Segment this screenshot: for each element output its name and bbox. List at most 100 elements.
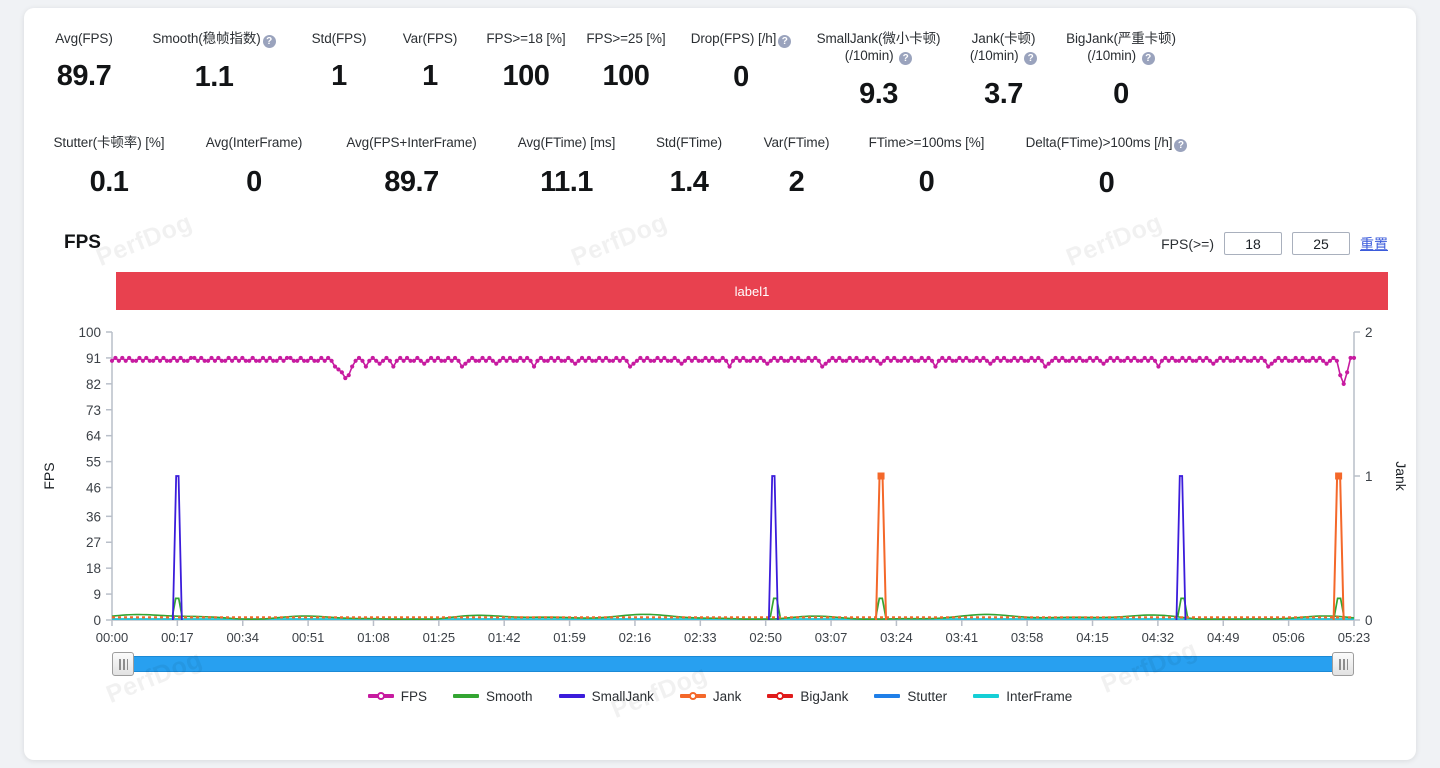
help-icon[interactable]: ?: [263, 35, 276, 48]
legend-label: Smooth: [486, 689, 533, 704]
metric-secondary-3: Avg(FTime) [ms]11.1: [499, 134, 634, 199]
x-tick-label: 05:23: [1338, 630, 1371, 645]
y2-tick-label: 0: [1365, 613, 1373, 628]
spike-jank-marker: [878, 473, 885, 480]
legend-item-interframe[interactable]: InterFrame: [973, 689, 1072, 704]
metric-primary-0: Avg(FPS) 89.7: [34, 30, 134, 93]
metric-secondary-1: Avg(InterFrame)0: [184, 134, 324, 199]
x-tick-label: 00:00: [96, 630, 129, 645]
y-axis-title: FPS: [41, 462, 57, 489]
fps-threshold-controls: FPS(>=) 重置: [1161, 232, 1388, 255]
spike-jank-marker: [1335, 473, 1342, 480]
metric-primary-7: SmallJank(微小卡顿)(/10min) ?9.3: [806, 30, 951, 111]
metric-label: Std(FTime): [656, 134, 722, 151]
metric-primary-2: Std(FPS)1: [294, 30, 384, 93]
legend-item-stutter[interactable]: Stutter: [874, 689, 947, 704]
fps-chart[interactable]: 09182736465564738291100FPS012Jank00:0000…: [24, 320, 1416, 650]
y-tick-label: 55: [86, 455, 101, 470]
y-tick-label: 46: [86, 481, 101, 496]
metric-label: Avg(FPS): [55, 30, 112, 47]
help-icon[interactable]: ?: [899, 52, 912, 65]
x-tick-label: 03:41: [946, 630, 979, 645]
slider-handle-left[interactable]: [112, 652, 134, 676]
slider-track[interactable]: [122, 656, 1344, 672]
y-tick-label: 27: [86, 535, 101, 550]
legend-item-smalljank[interactable]: SmallJank: [559, 689, 654, 704]
metric-secondary-6: FTime>=100ms [%]0: [849, 134, 1004, 199]
metric-value: 0: [246, 165, 262, 199]
y-tick-label: 73: [86, 403, 101, 418]
help-icon[interactable]: ?: [1174, 139, 1187, 152]
metric-value: 0.1: [90, 165, 129, 199]
reset-link[interactable]: 重置: [1360, 234, 1388, 254]
metric-value: 2: [789, 165, 805, 199]
legend-label: BigJank: [800, 689, 848, 704]
metric-label: Jank(卡顿)(/10min) ?: [970, 30, 1037, 65]
metric-label: Smooth(稳帧指数)?: [152, 30, 275, 48]
legend-item-bigjank[interactable]: BigJank: [767, 689, 848, 704]
help-icon[interactable]: ?: [1142, 52, 1155, 65]
legend-swatch-icon: [767, 691, 793, 701]
metrics-row-primary: Avg(FPS) 89.7 Smooth(稳帧指数)? 1.1 Std(FPS)1Var…: [24, 30, 1416, 128]
y-tick-label: 9: [93, 587, 101, 602]
legend-label: FPS: [401, 689, 427, 704]
metric-label: Stutter(卡顿率) [%]: [54, 134, 165, 151]
x-tick-label: 00:51: [292, 630, 325, 645]
x-tick-label: 02:33: [684, 630, 717, 645]
x-tick-label: 00:17: [161, 630, 194, 645]
slider-handle-right[interactable]: [1332, 652, 1354, 676]
fps-threshold-low-input[interactable]: [1224, 232, 1282, 255]
metric-secondary-7: Delta(FTime)>100ms [/h]?0: [1004, 134, 1209, 200]
metric-value: 0: [919, 165, 935, 199]
y-tick-label: 82: [86, 377, 101, 392]
x-tick-label: 02:16: [619, 630, 652, 645]
help-icon[interactable]: ?: [778, 35, 791, 48]
x-tick-label: 00:34: [226, 630, 259, 645]
grip-icon: [119, 659, 128, 670]
metric-value: 89.7: [57, 59, 111, 93]
x-tick-label: 04:32: [1142, 630, 1175, 645]
x-tick-label: 04:49: [1207, 630, 1240, 645]
y-tick-label: 0: [93, 613, 101, 628]
chart-range-slider[interactable]: [112, 652, 1354, 676]
metric-value: 1.1: [195, 60, 234, 94]
legend-item-fps[interactable]: FPS: [368, 689, 427, 704]
grip-icon: [1339, 659, 1348, 670]
label-bar[interactable]: label1: [116, 272, 1388, 310]
fps-threshold-high-input[interactable]: [1292, 232, 1350, 255]
metric-secondary-0: Stutter(卡顿率) [%] 0.1: [34, 134, 184, 199]
y-tick-label: 36: [86, 509, 101, 524]
legend-swatch-icon: [973, 691, 999, 701]
metric-primary-9: BigJank(严重卡顿)(/10min) ? 0: [1056, 30, 1186, 111]
metric-secondary-4: Std(FTime)1.4: [634, 134, 744, 199]
chart-legend: FPS Smooth SmallJank Jank BigJank Stutter Inte…: [24, 684, 1416, 708]
metric-primary-6: Drop(FPS) [/h]?0: [676, 30, 806, 94]
metric-label: Var(FTime): [764, 134, 830, 151]
legend-item-smooth[interactable]: Smooth: [453, 689, 533, 704]
metric-value: 89.7: [384, 165, 438, 199]
y2-axis-title: Jank: [1393, 461, 1409, 492]
metric-value: 0: [1099, 166, 1115, 200]
y-tick-label: 91: [86, 351, 101, 366]
metric-value: 0: [733, 60, 749, 94]
metric-primary-4: FPS>=18 [%]100: [476, 30, 576, 93]
x-tick-label: 05:06: [1272, 630, 1305, 645]
metric-label: FPS>=18 [%]: [486, 30, 565, 47]
metric-value: 9.3: [859, 77, 898, 111]
y2-tick-label: 1: [1365, 469, 1373, 484]
metric-primary-8: Jank(卡顿)(/10min) ?3.7: [951, 30, 1056, 111]
metric-label: Avg(FPS+InterFrame): [346, 134, 476, 151]
label-bar-text: label1: [735, 284, 770, 299]
x-tick-label: 02:50: [749, 630, 782, 645]
metric-value: 0: [1113, 77, 1129, 111]
y-tick-label: 64: [86, 429, 102, 444]
y-tick-label: 18: [86, 561, 101, 576]
metric-primary-3: Var(FPS)1: [384, 30, 476, 93]
chart-canvas: 09182736465564738291100FPS012Jank00:0000…: [24, 320, 1416, 650]
help-icon[interactable]: ?: [1024, 52, 1037, 65]
fps-threshold-label: FPS(>=): [1161, 236, 1214, 252]
metric-primary-5: FPS>=25 [%]100: [576, 30, 676, 93]
metric-label: Std(FPS): [312, 30, 367, 47]
legend-item-jank[interactable]: Jank: [680, 689, 742, 704]
metric-label: BigJank(严重卡顿)(/10min) ?: [1066, 30, 1176, 65]
